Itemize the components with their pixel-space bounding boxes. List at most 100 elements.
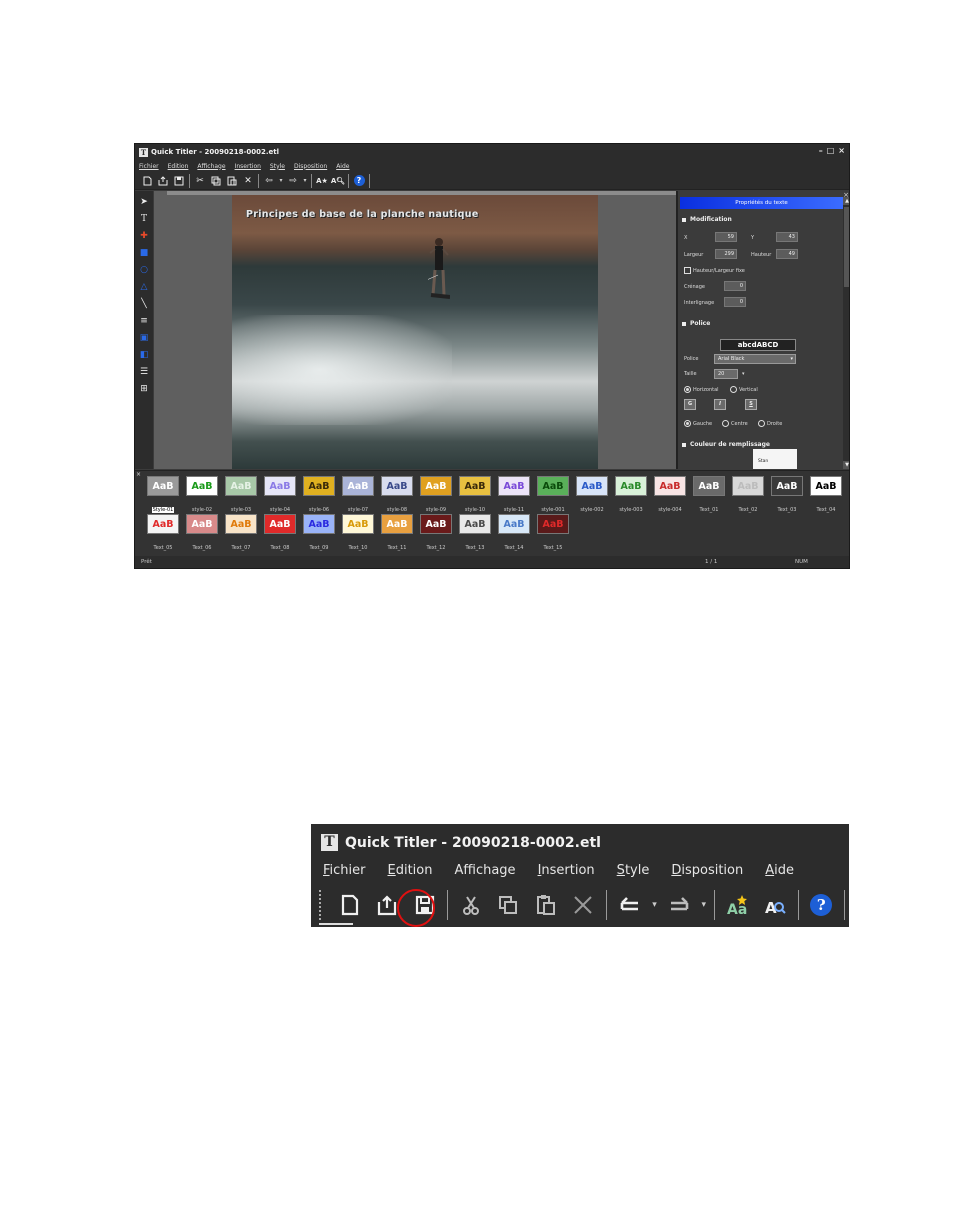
triangle-tool[interactable]: △ [137, 280, 151, 294]
zoom-menu-aide[interactable]: Aide [765, 863, 794, 878]
menu-aide[interactable]: Aide [336, 163, 349, 170]
zoom-menu-insertion[interactable]: Insertion [538, 863, 595, 878]
select-tool[interactable]: ➤ [137, 195, 151, 209]
style-swatch[interactable]: AaB style-07 [340, 476, 376, 513]
scrollbar-thumb[interactable] [844, 207, 849, 287]
redo-dropdown[interactable]: ▾ [301, 173, 309, 189]
maximize-button[interactable]: □ [827, 146, 835, 155]
scroll-up-arrow-icon[interactable]: ▲ [843, 197, 849, 205]
zoom-menu-disposition[interactable]: Disposition [671, 863, 743, 878]
menu-style[interactable]: Style [270, 163, 285, 170]
style-swatch[interactable]: AaB style-02 [184, 476, 220, 513]
style-swatch[interactable]: AaB Text_14 [496, 514, 532, 551]
new-file-button[interactable] [139, 173, 155, 189]
section-fill-color[interactable]: Couleur de remplissage [682, 441, 770, 448]
menu-edition[interactable]: Edition [168, 163, 189, 170]
style-swatch[interactable]: AaB style-09 [418, 476, 454, 513]
zoom-new-file-button[interactable] [331, 889, 368, 921]
find-text-button[interactable]: A🔍︎ [330, 173, 346, 189]
align-right-radio[interactable]: Droite [758, 420, 782, 427]
style-swatch[interactable]: AaB Text_01 [691, 476, 727, 513]
style-swatch[interactable]: AaB Text_12 [418, 514, 454, 551]
help-button[interactable]: ? [351, 173, 367, 189]
kerning-field[interactable]: 0 [724, 281, 746, 291]
bold-button[interactable]: G [684, 399, 696, 410]
menu-disposition[interactable]: Disposition [294, 163, 327, 170]
style-swatch[interactable]: AaB style-003 [613, 476, 649, 513]
rectangle-tool[interactable]: ■ [137, 246, 151, 260]
zoom-undo-button[interactable] [611, 889, 648, 921]
style-swatch[interactable]: AaB Text_05 [145, 514, 181, 551]
menu-fichier[interactable]: Fichier [139, 163, 159, 170]
style-swatch[interactable]: AaB style-03 [223, 476, 259, 513]
align-tool[interactable]: ≡ [137, 314, 151, 328]
style-swatch[interactable]: AaB style-04 [262, 476, 298, 513]
delete-button[interactable]: ✕ [240, 173, 256, 189]
style-swatch[interactable]: AaB style-11 [496, 476, 532, 513]
title-text-overlay[interactable]: Principes de base de la planche nautique [246, 209, 479, 220]
canvas-area[interactable]: Principes de base de la planche nautique [154, 191, 677, 469]
open-button[interactable] [155, 173, 171, 189]
style-swatch[interactable]: AaB Text_11 [379, 514, 415, 551]
group-tool[interactable]: ▣ [137, 331, 151, 345]
section-police[interactable]: Police [682, 320, 710, 327]
style-swatch[interactable]: AaB Text_13 [457, 514, 493, 551]
height-field[interactable]: 49 [776, 249, 798, 259]
style-swatch[interactable]: AaB Text_02 [730, 476, 766, 513]
align-center-radio[interactable]: Centre [722, 420, 748, 427]
style-swatch[interactable]: AaB Text_06 [184, 514, 220, 551]
style-swatch[interactable]: AaB style-002 [574, 476, 610, 513]
fixed-ratio-checkbox[interactable]: Hauteur/Largeur fixe [684, 267, 745, 274]
zoom-menu-affichage[interactable]: Affichage [454, 863, 515, 878]
scroll-down-arrow-icon[interactable]: ▼ [843, 461, 849, 469]
size-dropdown-icon[interactable]: ▾ [742, 371, 745, 377]
close-button[interactable]: × [838, 146, 845, 155]
zoom-delete-button[interactable] [565, 889, 602, 921]
zoom-redo-dropdown[interactable]: ▾ [698, 900, 710, 910]
zoom-find-text-button[interactable]: A [756, 889, 793, 921]
style-swatch[interactable]: AaB style-06 [301, 476, 337, 513]
size-select[interactable]: 20 [714, 369, 738, 379]
section-modification[interactable]: Modification [682, 216, 732, 223]
italic-button[interactable]: I [714, 399, 726, 410]
orientation-horizontal-radio[interactable]: Horizontal [684, 386, 719, 393]
menu-insertion[interactable]: Insertion [235, 163, 261, 170]
properties-scrollbar[interactable]: ▲ ▼ [843, 197, 849, 469]
font-select[interactable]: Arial Black ▾ [714, 354, 796, 364]
copy-button[interactable] [208, 173, 224, 189]
text-style-button[interactable]: A★ [314, 173, 330, 189]
gallery-close-icon[interactable]: × [136, 471, 141, 478]
ellipse-tool[interactable]: ○ [137, 263, 151, 277]
zoom-copy-button[interactable] [490, 889, 527, 921]
zoom-undo-dropdown[interactable]: ▾ [649, 900, 661, 910]
orientation-vertical-radio[interactable]: Vertical [730, 386, 758, 393]
style-swatch[interactable]: AaB Text_07 [223, 514, 259, 551]
toolbar-grip-handle[interactable] [319, 890, 323, 920]
zoom-menu-fichier[interactable]: Fichier [323, 863, 366, 878]
style-swatch[interactable]: AaB style-10 [457, 476, 493, 513]
zoom-menu-style[interactable]: Style [617, 863, 650, 878]
text-tool[interactable]: T [137, 212, 151, 226]
zoom-menu-edition[interactable]: Edition [388, 863, 433, 878]
width-field[interactable]: 299 [715, 249, 737, 259]
zoom-save-button[interactable] [406, 889, 443, 921]
undo-button[interactable]: ⇦ [261, 173, 277, 189]
align-left-radio[interactable]: Gauche [684, 420, 712, 427]
zoom-open-button[interactable] [368, 889, 405, 921]
style-swatch[interactable]: AaB Text_10 [340, 514, 376, 551]
underline-button[interactable]: S [745, 399, 757, 410]
style-swatch[interactable]: AaB Style-01 [145, 476, 181, 513]
menu-affichage[interactable]: Affichage [197, 163, 225, 170]
minimize-button[interactable]: – [819, 146, 823, 155]
crosshair-tool[interactable]: ✚ [137, 229, 151, 243]
style-swatch[interactable]: AaB Text_04 [808, 476, 844, 513]
table-tool[interactable]: ⊞ [137, 382, 151, 396]
save-button[interactable] [171, 173, 187, 189]
redo-button[interactable]: ⇨ [285, 173, 301, 189]
fill-color-preview[interactable]: Stan [753, 449, 797, 469]
y-field[interactable]: 43 [776, 232, 798, 242]
cut-button[interactable]: ✂ [192, 173, 208, 189]
line-spacing-field[interactable]: 0 [724, 297, 746, 307]
undo-dropdown[interactable]: ▾ [277, 173, 285, 189]
grid-lines-tool[interactable]: ☰ [137, 365, 151, 379]
